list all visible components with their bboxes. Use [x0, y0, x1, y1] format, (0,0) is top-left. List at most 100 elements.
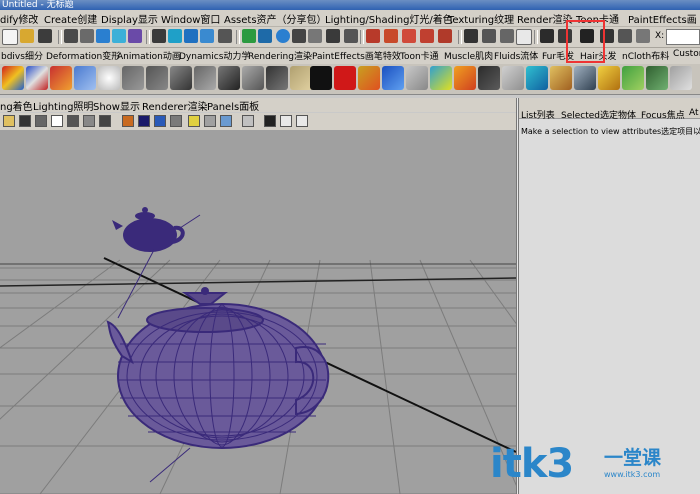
brush-icon[interactable] — [50, 66, 72, 90]
magnet-icon[interactable] — [366, 29, 380, 43]
x-field[interactable] — [666, 29, 700, 45]
render-view-icon[interactable] — [276, 29, 290, 43]
safe-action-icon[interactable] — [99, 115, 111, 127]
new-scene-icon[interactable] — [2, 29, 18, 45]
shelf-tab-toon[interactable]: Toon卡通 — [400, 49, 439, 62]
hud-icon[interactable] — [264, 115, 276, 127]
wireframe-icon[interactable] — [122, 115, 134, 127]
history-icon[interactable] — [482, 29, 496, 43]
shelf-tab-dynamics[interactable]: Dynamics动力学 — [179, 49, 250, 62]
perspective-viewport[interactable] — [0, 130, 516, 494]
page-icon[interactable] — [516, 29, 532, 45]
brush-icon[interactable] — [382, 66, 404, 90]
brush-icon[interactable] — [598, 66, 620, 90]
panel-menu-shading[interactable]: ng着色 — [0, 98, 33, 113]
menu-modify[interactable]: dify修改 — [0, 11, 38, 26]
camera-icon[interactable] — [344, 29, 358, 43]
brush-icon[interactable] — [266, 66, 288, 90]
select-hierarchy-icon[interactable] — [64, 29, 78, 43]
menu-create[interactable]: Create创建 — [44, 11, 97, 26]
menu-render[interactable]: Render渲染 — [517, 11, 573, 26]
menu-window[interactable]: Window窗口 — [161, 11, 220, 26]
brush-icon[interactable] — [430, 66, 452, 90]
snap-point-icon[interactable] — [184, 29, 198, 43]
ipr-render-icon[interactable] — [292, 29, 306, 43]
brush-icon[interactable] — [526, 66, 548, 90]
brush-icon[interactable] — [550, 66, 572, 90]
brush-icon[interactable] — [670, 66, 692, 90]
image-plane-icon[interactable] — [35, 115, 47, 127]
magnet-icon[interactable] — [402, 29, 416, 43]
magnet-icon[interactable] — [438, 29, 452, 43]
panel-menu-show[interactable]: Show显示 — [93, 98, 140, 113]
render-current-frame-icon[interactable] — [540, 29, 554, 43]
light-icon[interactable] — [188, 115, 200, 127]
menu-texturing[interactable]: Texturing纹理 — [448, 11, 514, 26]
teapot-small[interactable] — [112, 207, 201, 252]
teapot-large-wireframe[interactable] — [106, 287, 330, 483]
brush-icon[interactable] — [310, 66, 332, 90]
make-live-icon[interactable] — [218, 29, 232, 43]
shelf-tab-painteffects[interactable]: PaintEffects画笔特效 — [312, 49, 401, 62]
shelf-tab-rendering[interactable]: Rendering渲染 — [248, 49, 312, 62]
hypershade-icon[interactable] — [326, 29, 340, 43]
magnet-icon[interactable] — [384, 29, 398, 43]
menu-painteffects[interactable]: PaintEffects画 — [628, 11, 697, 26]
select-by-handle-icon[interactable] — [112, 29, 126, 43]
panel-menu-lighting[interactable]: Lighting照明 — [33, 98, 93, 113]
smooth-shade-icon[interactable] — [138, 115, 150, 127]
teapot-brush-icon[interactable] — [98, 66, 120, 90]
isolate-icon[interactable] — [220, 115, 232, 127]
brush-icon[interactable] — [290, 66, 312, 90]
bookmark-icon[interactable] — [19, 115, 31, 127]
shelf-tab-ncloth[interactable]: nCloth布料 — [622, 49, 669, 62]
brush-icon[interactable] — [242, 66, 264, 90]
shelf-tab-animation[interactable]: Animation动画 — [117, 49, 181, 62]
xray-icon[interactable] — [242, 115, 254, 127]
brush-icon[interactable] — [622, 66, 644, 90]
brush-icon[interactable] — [146, 66, 168, 90]
snap-view-plane-icon[interactable] — [200, 29, 214, 43]
shelf-tab-fluids[interactable]: Fluids流体 — [494, 49, 538, 62]
brush-icon[interactable] — [26, 66, 48, 90]
shadows-icon[interactable] — [204, 115, 216, 127]
render-settings-icon[interactable] — [308, 29, 322, 43]
shaded-wireframe-icon[interactable] — [154, 115, 166, 127]
attr-menu-focus[interactable]: Focus焦点 — [641, 108, 685, 121]
brush-icon[interactable] — [406, 66, 428, 90]
brush-icon[interactable] — [74, 66, 96, 90]
shelf-tab-custom[interactable]: Custom — [673, 49, 700, 59]
resolution-gate-icon[interactable] — [83, 115, 95, 127]
hq-render-icon[interactable] — [296, 115, 308, 127]
select-by-joint-icon[interactable] — [128, 29, 142, 43]
brush-icon[interactable] — [170, 66, 192, 90]
brush-icon[interactable] — [454, 66, 476, 90]
brush-icon[interactable] — [122, 66, 144, 90]
attr-menu-attributes[interactable]: At — [689, 108, 699, 118]
textured-icon[interactable] — [170, 115, 182, 127]
snap-grid-icon[interactable] — [152, 29, 166, 43]
brush-icon[interactable] — [334, 66, 356, 90]
construction-history-icon[interactable] — [258, 29, 272, 43]
attr-menu-list[interactable]: List列表 — [521, 108, 555, 121]
dropdown-arrow-icon[interactable] — [618, 29, 632, 43]
film-gate-icon[interactable] — [67, 115, 79, 127]
menu-assets[interactable]: Assets资产（分享包） — [224, 11, 327, 26]
texture-icon[interactable] — [280, 115, 292, 127]
shelf-tab-muscle[interactable]: Muscle肌肉 — [444, 49, 493, 62]
shelf-tab-subdivs[interactable]: bdivs细分 — [1, 49, 43, 62]
select-object-icon[interactable] — [80, 29, 94, 43]
panel-menu-panels[interactable]: Panels面板 — [207, 98, 259, 113]
magnet-icon[interactable] — [420, 29, 434, 43]
camera-attributes-icon[interactable] — [3, 115, 15, 127]
attr-menu-selected[interactable]: Selected选定物体 — [561, 108, 636, 121]
brush-icon[interactable] — [218, 66, 240, 90]
input-output-icon[interactable] — [242, 29, 256, 43]
open-scene-icon[interactable] — [20, 29, 34, 43]
save-scene-icon[interactable] — [38, 29, 52, 43]
select-component-icon[interactable] — [96, 29, 110, 43]
brush-icon[interactable] — [194, 66, 216, 90]
menu-display[interactable]: Display显示 — [101, 11, 158, 26]
snapshot-icon[interactable] — [464, 29, 478, 43]
brush-icon[interactable] — [574, 66, 596, 90]
